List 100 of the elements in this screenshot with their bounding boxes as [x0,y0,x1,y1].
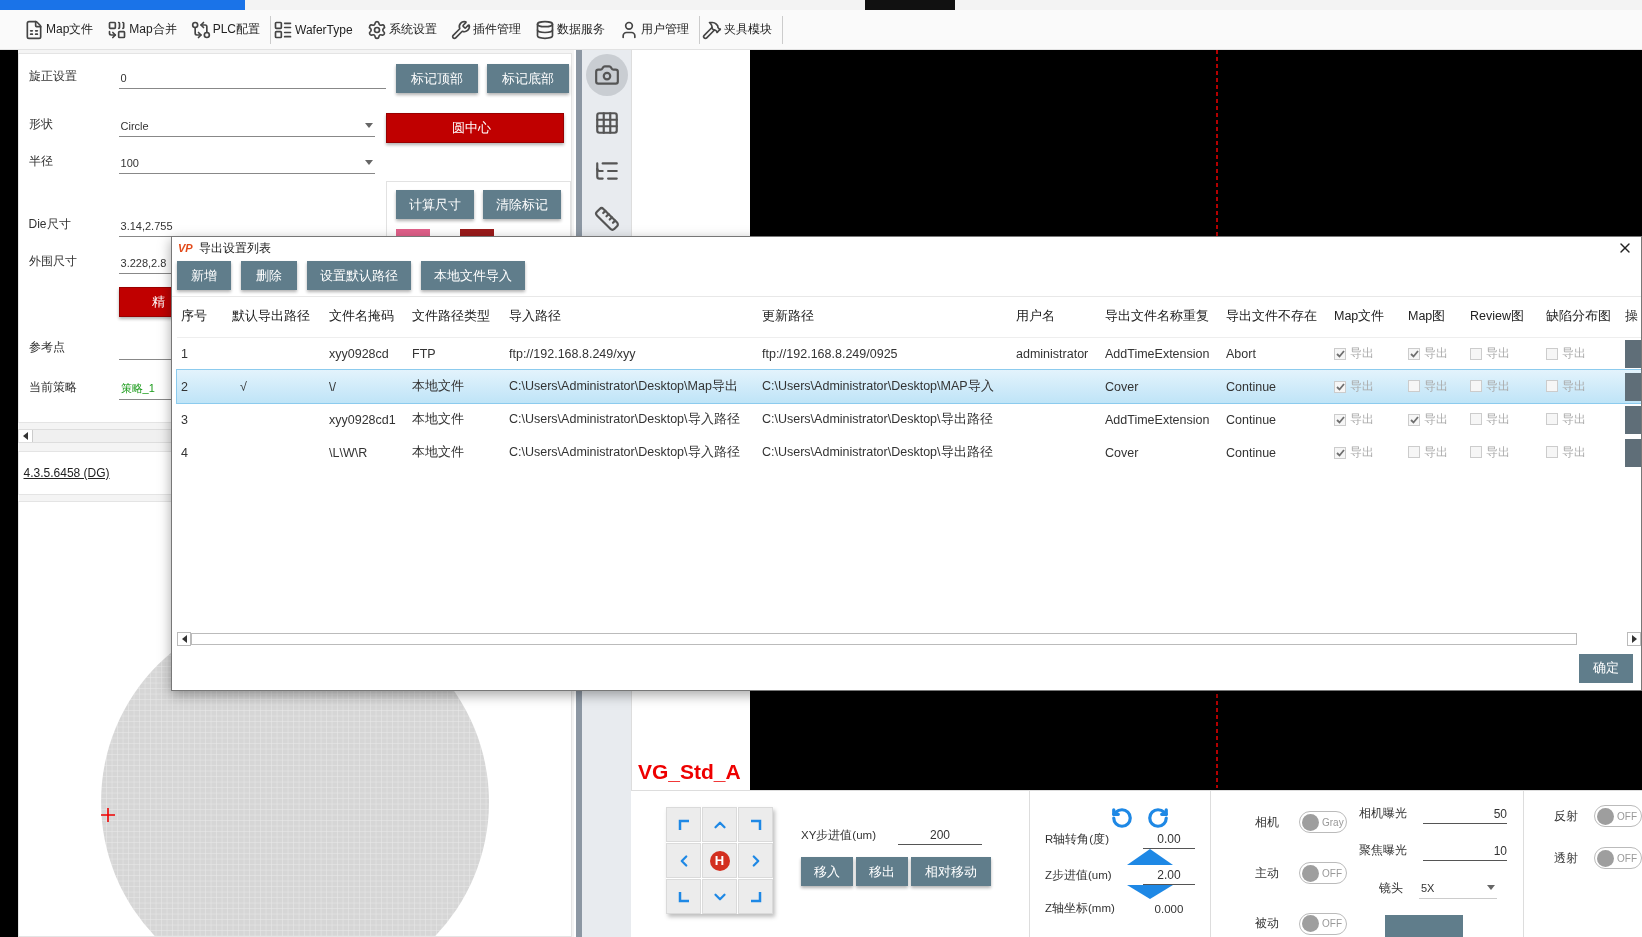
horizontal-scrollbar[interactable] [177,632,1641,646]
toolbar-button[interactable]: WaferType [273,19,353,40]
field-label: R轴转角(度) [1045,831,1109,847]
table-cell: 3 [177,403,228,436]
toolbar-button[interactable]: Map合并 [107,19,177,40]
toolbar-button[interactable]: Map文件 [24,19,94,40]
dialog-toolbar-button[interactable]: 删除 [241,261,297,290]
side-tool-button[interactable] [585,54,628,96]
settings-icon [366,19,387,40]
select-field[interactable]: Circle [118,115,375,137]
scroll-right-icon [1631,635,1637,643]
version-link[interactable]: 4.3.5.6458 (DG) [23,466,110,480]
toggle-label: 被动 [1255,916,1279,932]
mark-button[interactable]: 标记底部 [486,64,569,93]
column-header[interactable]: 导入路径 [505,297,758,337]
column-header[interactable]: Review图 [1466,297,1542,337]
column-header[interactable]: Map图 [1404,297,1466,337]
input-field[interactable]: 0 [118,67,386,89]
toolbar-button[interactable]: 夹具模块 [701,19,772,40]
measure-button[interactable]: 计算尺寸 [395,190,474,219]
scroll-left-icon [181,635,187,643]
column-header[interactable]: 序号 [177,297,228,337]
column-header[interactable]: 缺陷分布图 [1542,297,1621,337]
up-triangle-icon[interactable] [1127,849,1173,865]
table-cell: C:\Users\Administrator\Desktop\Map导出 [505,370,758,403]
rotate-left-icon[interactable] [1111,807,1133,829]
column-header[interactable]: 更新路径 [758,297,1012,337]
dropdown-caret-icon [1487,885,1495,891]
rotate-right-icon[interactable] [1147,807,1169,829]
check-icon [1335,349,1345,358]
table-cell: administrator [1012,337,1101,370]
column-header[interactable]: 导出文件名称重复 [1101,297,1222,337]
jog-button[interactable] [738,807,773,842]
list-icon [273,19,294,40]
jog-button[interactable] [666,843,701,878]
move-button[interactable]: 相对移动 [911,857,991,886]
toolbar-button[interactable]: 插件管理 [450,19,521,40]
column-header[interactable]: 文件名掩码 [325,297,408,337]
toggle-label: 主动 [1255,865,1279,881]
check-icon [1335,382,1345,391]
toggle-label: 相机 [1255,814,1279,830]
compare-icon [190,19,211,40]
table-cell-text: 本地文件 [411,444,465,461]
dialog-toolbar-button[interactable]: 设置默认路径 [307,261,411,290]
dialog-toolbar-button[interactable]: 新增 [177,261,231,290]
corner-icon [749,890,762,903]
field-label: 聚焦曝光 [1359,843,1407,859]
toolbar-button[interactable]: 系统设置 [366,19,437,40]
table-cell-text: C:\Users\Administrator\Desktop\导入路径 [508,444,741,461]
home-button[interactable]: H [702,843,737,878]
table-cell: \/ [325,370,408,403]
toolbar-button[interactable]: 用户管理 [618,19,689,40]
exposure-field[interactable]: 10 [1423,840,1507,861]
down-triangle-icon[interactable] [1127,885,1173,901]
ok-button[interactable]: 确定 [1579,653,1633,683]
mark-button[interactable]: 标记顶部 [395,64,478,93]
table-cell-text: 4 [180,444,189,462]
exposure-field[interactable]: 50 [1423,803,1507,824]
file-icon [24,19,44,40]
column-header[interactable]: 默认导出路径 [228,297,325,337]
camera-icon [593,62,620,88]
toolbar-button[interactable]: 数据服务 [534,19,605,40]
column-header[interactable]: 文件路径类型 [408,297,505,337]
check-icon [1409,349,1419,358]
column-header[interactable]: 操 [1621,297,1641,337]
move-button[interactable]: 移出 [856,857,908,886]
select-field[interactable]: 100 [118,152,375,174]
step-field[interactable]: 200 [898,825,982,845]
dropdown-caret-icon [364,160,373,165]
table-cell-text: Continue [1225,444,1278,462]
app-logo: VP [178,242,193,254]
move-button[interactable]: 移入 [801,857,853,886]
field-label: 镜头 [1379,880,1403,896]
check-icon [1335,415,1345,424]
column-header[interactable]: 导出文件不存在 [1222,297,1330,337]
field-label: XY步进值(um) [801,827,876,843]
angle-field[interactable]: 0.00 [1143,829,1195,849]
jog-button[interactable] [666,807,701,842]
column-header[interactable]: Map文件 [1330,297,1404,337]
table-cell: xyy0928cd1 [325,403,408,436]
corner-icon [677,818,690,831]
table-cell: Abort [1222,337,1330,370]
corner-icon [677,890,690,903]
jog-button[interactable] [702,807,737,842]
jog-button[interactable] [702,879,737,914]
dialog-toolbar-button[interactable]: 本地文件导入 [421,261,525,290]
grid-icon [593,110,620,136]
measure-button[interactable]: 清除标记 [482,190,561,219]
table-cell: C:\Users\Administrator\Desktop\MAP导入 [758,370,1012,403]
toolbar-button[interactable]: PLC配置 [190,19,261,40]
column-header[interactable]: 用户名 [1012,297,1101,337]
table-cell: Cover [1101,370,1222,403]
jog-button[interactable] [738,843,773,878]
circle-center-button[interactable]: 圆中心 [385,113,564,143]
merge-icon [107,19,128,40]
jog-button[interactable] [738,879,773,914]
field-label: 半径 [28,153,54,170]
camera-name: VG_Std_A [638,760,741,784]
lens-select[interactable]: 5X [1419,877,1497,900]
jog-button[interactable] [666,879,701,914]
